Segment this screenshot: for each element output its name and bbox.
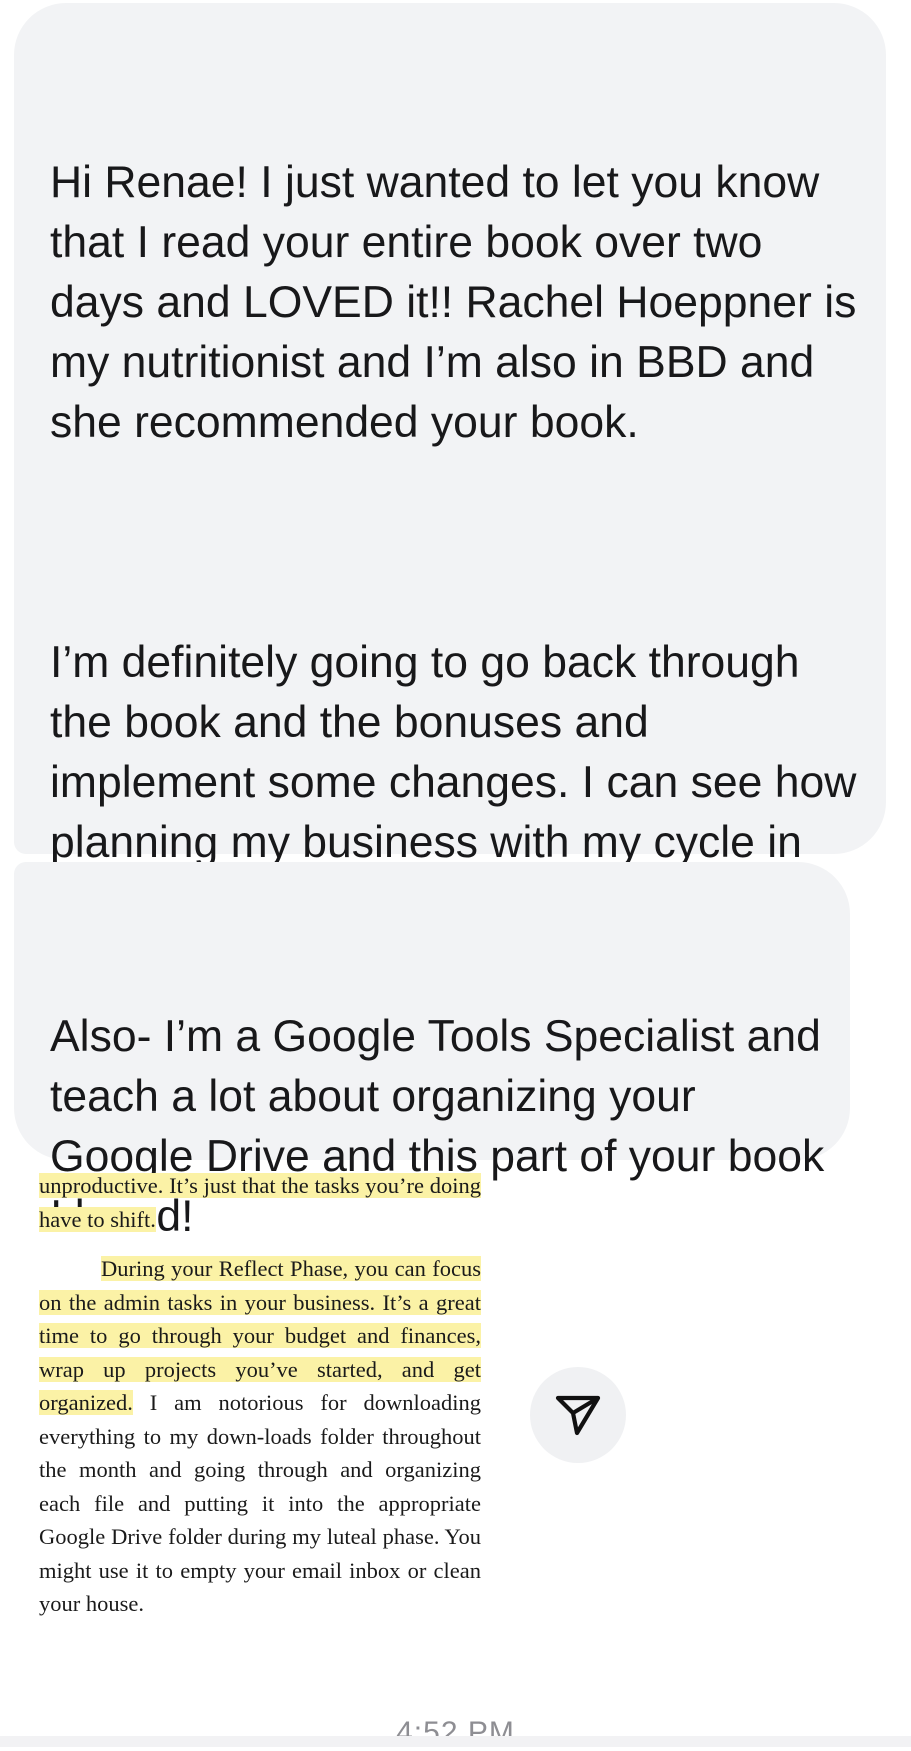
bottom-bar: [0, 1736, 911, 1747]
message-text: Hi Renae! I just wanted to let you know …: [50, 158, 869, 447]
book-excerpt-image[interactable]: unproductive. It’s just that the tasks y…: [39, 1169, 481, 1621]
excerpt-text: I am notorious for downloading everythin…: [39, 1390, 481, 1616]
share-button[interactable]: [530, 1367, 626, 1463]
message-bubble[interactable]: Hi Renae! I just wanted to let you know …: [14, 3, 886, 927]
highlighted-text: unproductive. It’s just that the tasks y…: [39, 1173, 481, 1232]
message-bubble[interactable]: Also- I’m a Google Tools Specialist and …: [14, 862, 850, 1241]
excerpt-paragraph: unproductive. It’s just that the tasks y…: [39, 1169, 481, 1236]
excerpt-paragraph: During your Reflect Phase, you can focus…: [39, 1252, 481, 1621]
paper-plane-icon: [555, 1395, 601, 1436]
